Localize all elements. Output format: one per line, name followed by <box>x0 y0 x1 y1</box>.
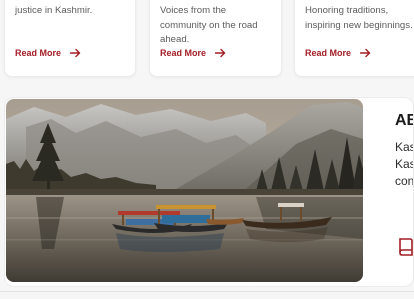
section-heading: AB <box>395 112 413 129</box>
read-more-link[interactable]: Read More <box>160 48 226 58</box>
section-text: Kas Kas con to t <box>395 140 414 188</box>
read-more-label: Read More <box>15 48 62 58</box>
arrow-right-icon <box>360 48 371 58</box>
card-excerpt: justice in Kashmir. <box>15 5 93 16</box>
read-more-label: Read More <box>305 48 352 58</box>
section-divider <box>0 291 414 292</box>
card-excerpt: Voices from the community on the road ah… <box>160 5 258 45</box>
card-excerpt: Honoring traditions, inspiring new begin… <box>305 5 413 31</box>
story-card-3: Honoring traditions, inspiring new begin… <box>294 0 414 77</box>
read-more-link[interactable]: Read More <box>305 48 371 58</box>
arrow-right-icon <box>70 48 81 58</box>
story-card-2: Voices from the community on the road ah… <box>149 0 282 77</box>
kashmir-lake-photo <box>6 99 363 282</box>
arrow-right-icon <box>215 48 226 58</box>
book-icon <box>399 238 413 256</box>
read-more-link[interactable]: Read More <box>15 48 81 58</box>
read-more-label: Read More <box>160 48 207 58</box>
about-feature-section: AB Kas Kas con to t <box>4 97 414 287</box>
story-card-1: justice in Kashmir. Read More <box>4 0 136 77</box>
